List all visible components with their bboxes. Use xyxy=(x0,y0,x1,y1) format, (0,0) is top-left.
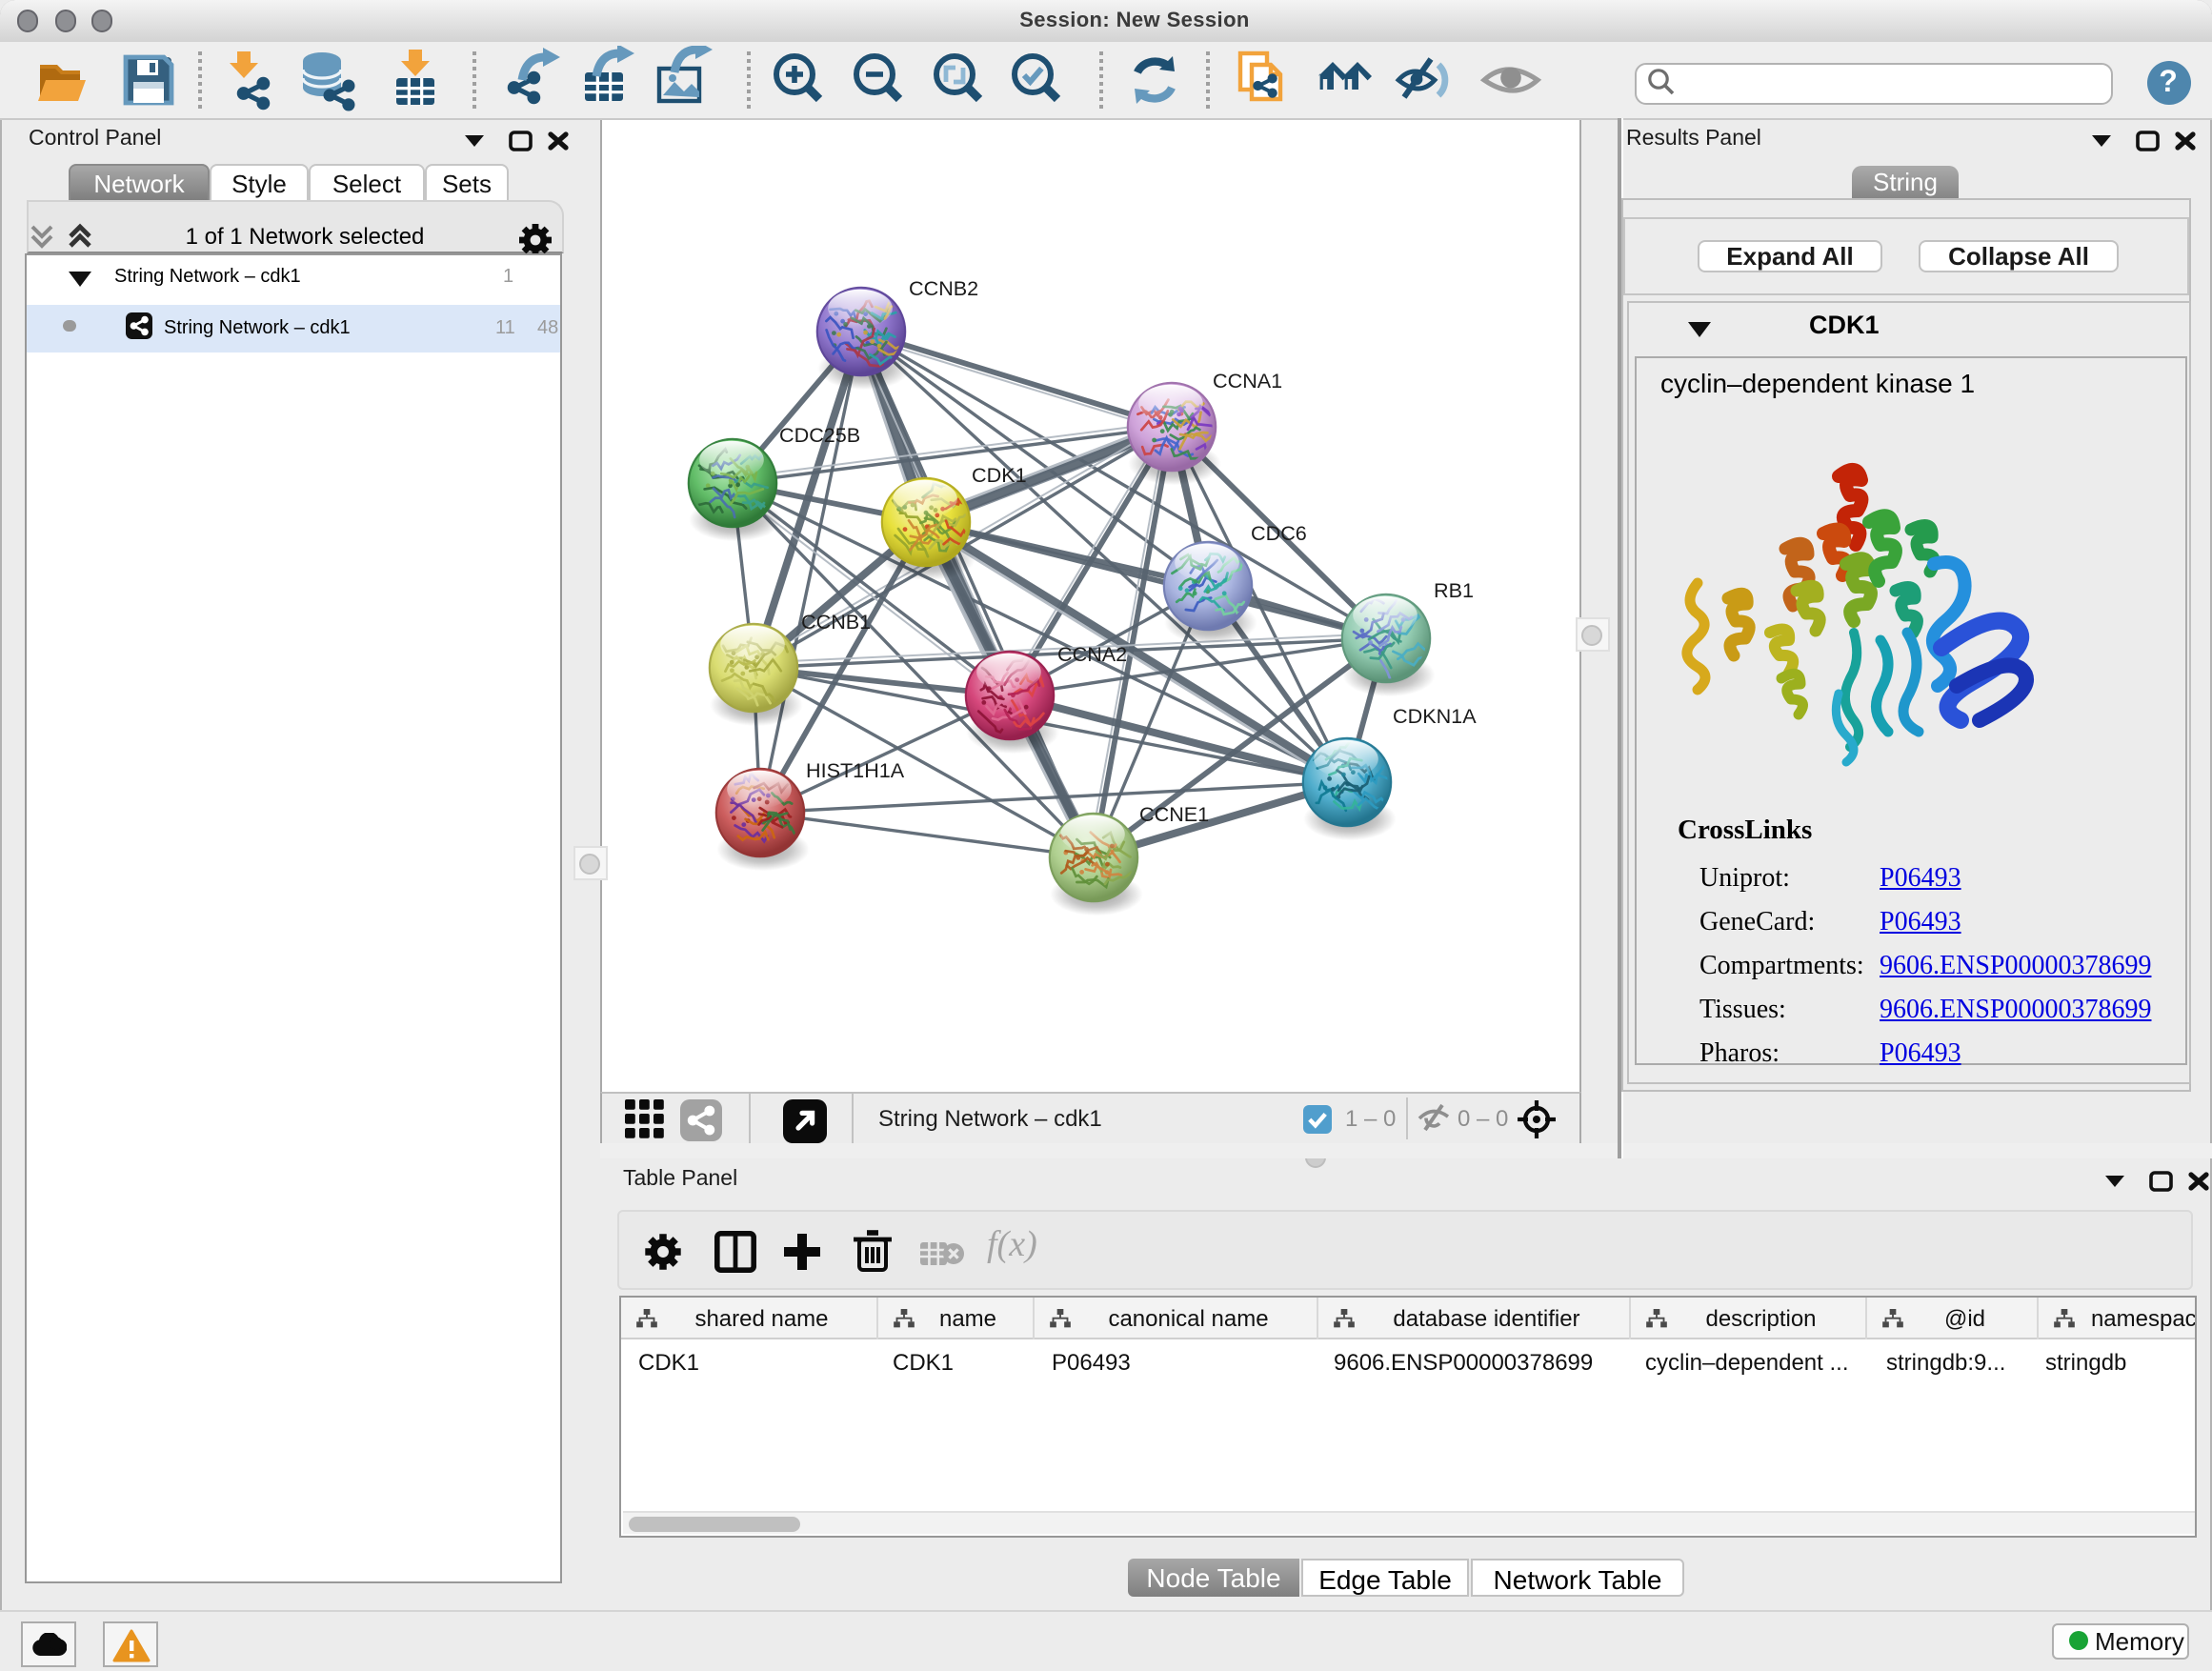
svg-text:CDK1: CDK1 xyxy=(972,462,1027,486)
svg-text:CCNB2: CCNB2 xyxy=(909,275,978,299)
svg-text:CCNE1: CCNE1 xyxy=(1139,801,1209,825)
svg-text:HIST1H1A: HIST1H1A xyxy=(806,757,905,781)
svg-text:CCNA1: CCNA1 xyxy=(1213,368,1282,392)
svg-text:CDC25B: CDC25B xyxy=(779,422,860,446)
svg-text:CDC6: CDC6 xyxy=(1251,520,1307,544)
svg-text:CCNB1: CCNB1 xyxy=(801,609,871,633)
svg-text:RB1: RB1 xyxy=(1434,577,1474,601)
svg-text:CCNA2: CCNA2 xyxy=(1057,641,1127,665)
svg-text:CDKN1A: CDKN1A xyxy=(1393,703,1477,727)
